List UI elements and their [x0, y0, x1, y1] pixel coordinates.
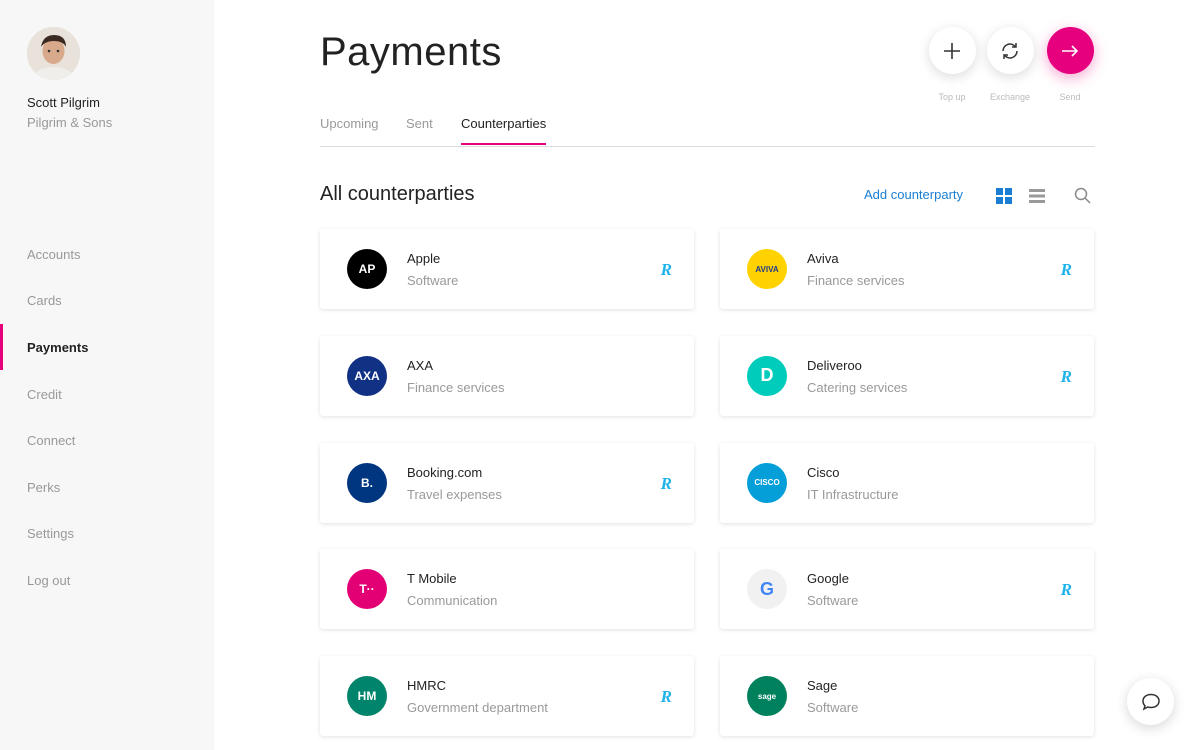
- counterparty-logo-text: sage: [757, 691, 777, 701]
- top-up-button[interactable]: [928, 27, 976, 74]
- counterparty-category: Communication: [407, 593, 498, 609]
- counterparty-category: IT Infrastructure: [807, 486, 899, 502]
- counterparty-card[interactable]: HM HMRC Government department R: [320, 656, 694, 737]
- counterparty-card[interactable]: AXA AXA Finance services: [320, 335, 694, 416]
- counterparty-logo-text: G: [759, 578, 774, 599]
- counterparty-name: Aviva: [807, 251, 839, 266]
- counterparty-logo: HM: [347, 676, 387, 717]
- counterparty-logo-text: AVIVA: [755, 264, 779, 274]
- search-icon[interactable]: [1074, 187, 1091, 209]
- sidebar-item-label: Payments: [27, 339, 89, 355]
- sidebar-item-credit[interactable]: Credit: [0, 371, 214, 418]
- counterparty-card[interactable]: AP Apple Software R: [320, 229, 694, 309]
- counterparty-logo-text: AXA: [354, 368, 380, 383]
- counterparty-logo-text: D: [760, 365, 774, 386]
- section-title: All counterparties: [320, 183, 475, 205]
- sidebar-nav: Accounts Cards Payments Credit Connect P…: [0, 231, 214, 604]
- counterparty-card[interactable]: T·· T Mobile Communication: [320, 549, 694, 630]
- list-view-icon[interactable]: [1029, 188, 1045, 209]
- counterparty-category: Software: [807, 593, 859, 609]
- exchange-button[interactable]: [986, 27, 1034, 74]
- counterparty-card[interactable]: AVIVA Aviva Finance services R: [720, 229, 1094, 309]
- sidebar-item-settings[interactable]: Settings: [0, 511, 214, 558]
- counterparty-category: Software: [807, 700, 859, 716]
- counterparty-name: Sage: [807, 678, 838, 694]
- counterparty-name: Booking.com: [407, 464, 483, 480]
- revolut-badge-icon: R: [660, 260, 672, 279]
- counterparty-logo: AXA: [347, 355, 387, 396]
- avatar[interactable]: [27, 27, 80, 80]
- counterparty-card[interactable]: B. Booking.com Travel expenses R: [320, 442, 694, 523]
- counterparty-category: Government department: [407, 700, 548, 716]
- send-button[interactable]: [1046, 27, 1094, 74]
- revolut-badge-icon: R: [660, 473, 672, 493]
- user-company: Pilgrim & Sons: [27, 115, 113, 130]
- counterparty-card[interactable]: D Deliveroo Catering services R: [720, 335, 1094, 416]
- exchange-action: Exchange: [986, 27, 1034, 102]
- counterparty-category: Finance services: [807, 273, 905, 288]
- send-action: Send: [1046, 27, 1094, 102]
- sidebar-item-accounts[interactable]: Accounts: [0, 231, 214, 278]
- plus-icon: [944, 42, 960, 59]
- grid-view-icon[interactable]: [996, 188, 1012, 209]
- chat-icon: [1141, 693, 1160, 711]
- sidebar-item-perks[interactable]: Perks: [0, 464, 214, 511]
- counterparty-category: Software: [407, 273, 459, 288]
- sidebar-item-label: Perks: [27, 479, 61, 495]
- revolut-badge-icon: R: [1060, 366, 1072, 386]
- revolut-badge-icon: R: [1060, 260, 1072, 279]
- arrow-right-icon: [1062, 44, 1079, 57]
- revolut-badge-icon: R: [1060, 580, 1072, 600]
- payments-tabs: Upcoming Sent Counterparties: [320, 100, 1095, 147]
- counterparty-card[interactable]: CISCO Cisco IT Infrastructure: [720, 442, 1094, 523]
- counterparty-name: Google: [807, 571, 849, 587]
- counterparty-logo-text: B.: [361, 475, 373, 490]
- counterparty-logo: AVIVA: [747, 249, 787, 289]
- sidebar-item-label: Cards: [27, 293, 62, 309]
- add-counterparty-link[interactable]: Add counterparty: [864, 187, 963, 202]
- counterparty-name: AXA: [407, 357, 434, 373]
- counterparty-name: T Mobile: [407, 571, 457, 587]
- counterparty-card[interactable]: sage Sage Software: [720, 656, 1094, 737]
- chat-button[interactable]: [1127, 678, 1174, 725]
- counterparty-logo: sage: [747, 676, 787, 717]
- sidebar-item-label: Connect: [27, 433, 76, 449]
- sidebar-item-label: Log out: [27, 572, 71, 588]
- sidebar-item-cards[interactable]: Cards: [0, 278, 214, 325]
- counterparty-category: Finance services: [407, 379, 505, 395]
- sidebar-item-payments[interactable]: Payments: [0, 324, 214, 371]
- counterparty-name: HMRC: [407, 678, 446, 694]
- counterparty-logo: AP: [347, 249, 387, 289]
- sidebar-item-label: Accounts: [27, 246, 81, 262]
- counterparty-name: Apple: [407, 251, 441, 266]
- sidebar-item-label: Settings: [27, 526, 74, 542]
- counterparty-logo-text: AP: [358, 262, 376, 276]
- counterparty-name: Cisco: [807, 464, 840, 480]
- counterparty-card[interactable]: G Google Software R: [720, 549, 1094, 630]
- tab-sent[interactable]: Sent: [406, 116, 433, 143]
- counterparty-logo: T··: [347, 569, 387, 610]
- counterparty-logo-text: CISCO: [754, 478, 780, 488]
- counterparty-category: Catering services: [807, 379, 908, 395]
- sidebar-item-label: Credit: [27, 386, 62, 402]
- tab-counterparties[interactable]: Counterparties: [461, 116, 547, 145]
- counterparty-logo: B.: [347, 462, 387, 503]
- sidebar-item-connect[interactable]: Connect: [0, 417, 214, 464]
- top-up-action: Top up: [928, 27, 976, 102]
- counterparty-logo-text: HM: [357, 689, 377, 704]
- user-name: Scott Pilgrim: [27, 95, 100, 110]
- sidebar-item-log-out[interactable]: Log out: [0, 557, 214, 604]
- counterparty-logo: G: [747, 569, 787, 610]
- counterparty-name: Deliveroo: [807, 357, 862, 373]
- counterparty-category: Travel expenses: [407, 486, 502, 502]
- counterparty-logo: D: [747, 355, 787, 396]
- sidebar: Scott Pilgrim Pilgrim & Sons Accounts Ca…: [0, 0, 214, 750]
- tab-upcoming[interactable]: Upcoming: [320, 116, 379, 143]
- counterparty-logo-text: T··: [359, 582, 375, 597]
- revolut-badge-icon: R: [660, 687, 672, 707]
- page-title: Payments: [320, 30, 502, 74]
- exchange-icon: [1002, 42, 1018, 59]
- counterparty-logo: CISCO: [747, 462, 787, 503]
